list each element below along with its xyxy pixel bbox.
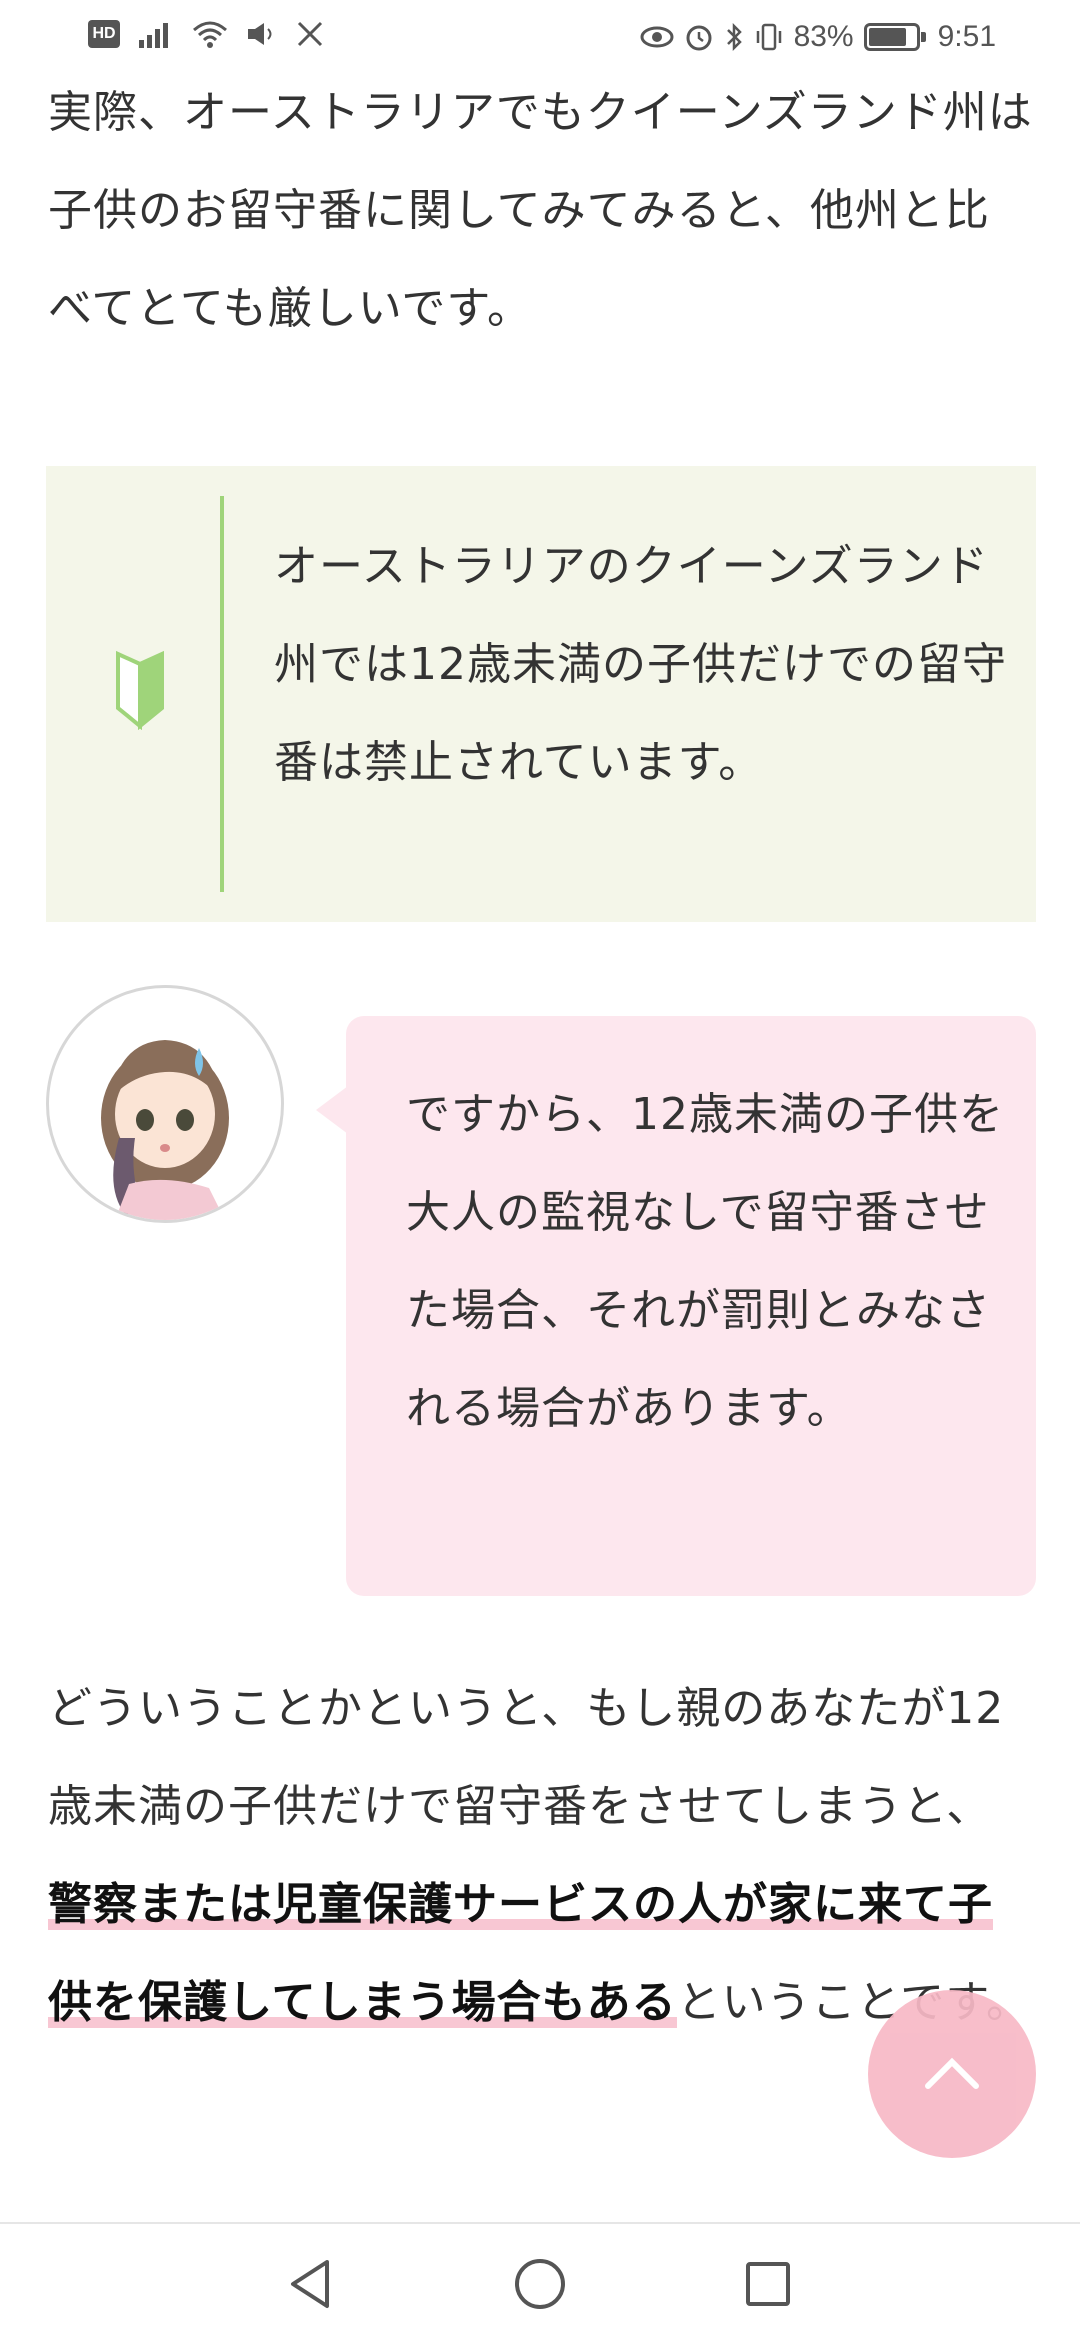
- navigation-bar: [0, 2222, 1080, 2340]
- article-paragraph: 実際、オーストラリアでもクイーンズランド州は子供のお留守番に関してみてみると、他…: [48, 87, 1033, 334]
- speech-text: ですから、12歳未満の子供を大人の監視なしで留守番させた場合、それが罰則とみなさ…: [406, 1089, 1004, 1434]
- avatar: [46, 985, 284, 1223]
- paragraph-text: どういうことかというと、もし親のあなたが12歳未満の子供だけで留守番をさせてしま…: [48, 1683, 1005, 1832]
- chevron-up-icon: [922, 2054, 982, 2094]
- status-right-icons: 83% 9:51: [640, 20, 996, 54]
- status-left-icons: HD: [88, 20, 324, 48]
- speech-bubble: ですから、12歳未満の子供を大人の監視なしで留守番させた場合、それが罰則とみなさ…: [346, 1016, 1036, 1596]
- battery-percent: 83%: [793, 20, 854, 53]
- eye-icon: [640, 24, 674, 50]
- bubble-tail: [316, 1086, 348, 1134]
- x-icon: [296, 20, 324, 48]
- scroll-to-top-button[interactable]: [868, 1990, 1036, 2158]
- clock-time: 9:51: [937, 20, 996, 53]
- signal-icon: [138, 20, 174, 48]
- home-circle-icon[interactable]: [510, 2254, 570, 2314]
- tip-divider: [220, 496, 224, 892]
- tip-box: オーストラリアのクイーンズランド州では12歳未満の子供だけでの留守番は禁止されて…: [46, 466, 1036, 922]
- back-triangle-icon[interactable]: [280, 2254, 340, 2314]
- article-paragraph-emphasis: どういうことかというと、もし親のあなたが12歳未満の子供だけで留守番をさせてしま…: [48, 1660, 1033, 2052]
- speaker-icon: [246, 20, 278, 48]
- vibrate-icon: [754, 22, 784, 52]
- recents-square-icon[interactable]: [738, 2254, 798, 2314]
- wifi-icon: [192, 20, 228, 48]
- alarm-icon: [684, 22, 714, 52]
- beginner-mark-icon: [112, 650, 168, 731]
- hd-icon: HD: [88, 20, 120, 48]
- battery-icon: [863, 23, 926, 51]
- tip-text: オーストラリアのクイーンズランド州では12歳未満の子供だけでの留守番は禁止されて…: [274, 541, 1007, 788]
- bluetooth-icon: [724, 22, 744, 52]
